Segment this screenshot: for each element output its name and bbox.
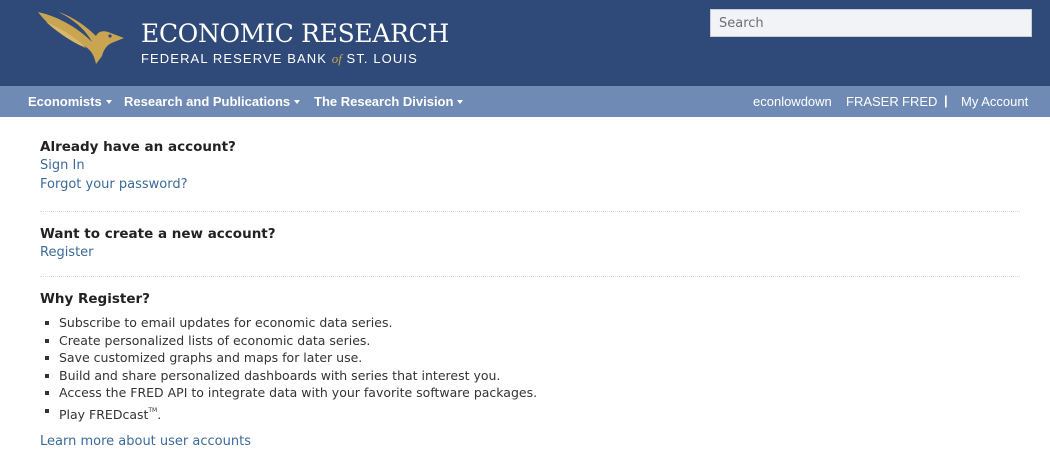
- search-input[interactable]: [710, 9, 1032, 37]
- site-subtitle: FEDERAL RESERVE BANK of ST. LOUIS: [141, 51, 418, 66]
- nav-fraser[interactable]: FRASER: [846, 94, 899, 109]
- new-account-heading: Want to create a new account?: [40, 226, 276, 242]
- nav-my-account[interactable]: My Account: [961, 94, 1028, 109]
- site-header: ECONOMIC RESEARCH FEDERAL RESERVE BANK o…: [0, 0, 1050, 86]
- caret-down-icon: [294, 100, 301, 104]
- sign-in-link[interactable]: Sign In: [40, 156, 236, 175]
- main-nav: Economists Research and Publications The…: [0, 86, 1050, 117]
- list-item: Build and share personalized dashboards …: [40, 367, 940, 385]
- caret-down-icon: [105, 100, 112, 104]
- forgot-password-link[interactable]: Forgot your password?: [40, 175, 236, 194]
- list-item: Subscribe to email updates for economic …: [40, 314, 940, 332]
- site-title[interactable]: ECONOMIC RESEARCH: [141, 19, 449, 48]
- nav-economists[interactable]: Economists: [28, 94, 112, 109]
- nav-research-division[interactable]: The Research Division: [314, 94, 464, 109]
- list-item: Play FREDcastTM.: [40, 402, 940, 424]
- list-item: Create personalized lists of economic da…: [40, 332, 940, 350]
- existing-account-heading: Already have an account?: [40, 139, 236, 155]
- nav-econlowdown[interactable]: econlowdown: [753, 94, 832, 109]
- nav-separator: |: [944, 93, 948, 108]
- section-divider: [40, 276, 1020, 277]
- list-item: Save customized graphs and maps for late…: [40, 349, 940, 367]
- list-item: Access the FRED API to integrate data wi…: [40, 384, 940, 402]
- learn-more-link[interactable]: Learn more about user accounts: [40, 432, 251, 451]
- caret-down-icon: [457, 100, 464, 104]
- why-register-heading: Why Register?: [40, 291, 150, 307]
- register-link[interactable]: Register: [40, 243, 276, 262]
- nav-research-publications[interactable]: Research and Publications: [124, 94, 301, 109]
- section-divider: [40, 211, 1020, 212]
- trademark-mark: TM: [148, 406, 158, 414]
- eagle-logo-icon[interactable]: [36, 8, 132, 66]
- why-register-section: Why Register? Subscribe to email updates…: [40, 290, 940, 423]
- benefits-list: Subscribe to email updates for economic …: [40, 314, 940, 423]
- new-account-section: Want to create a new account? Register: [40, 225, 276, 262]
- existing-account-section: Already have an account? Sign In Forgot …: [40, 138, 236, 194]
- nav-fred[interactable]: FRED: [902, 94, 937, 109]
